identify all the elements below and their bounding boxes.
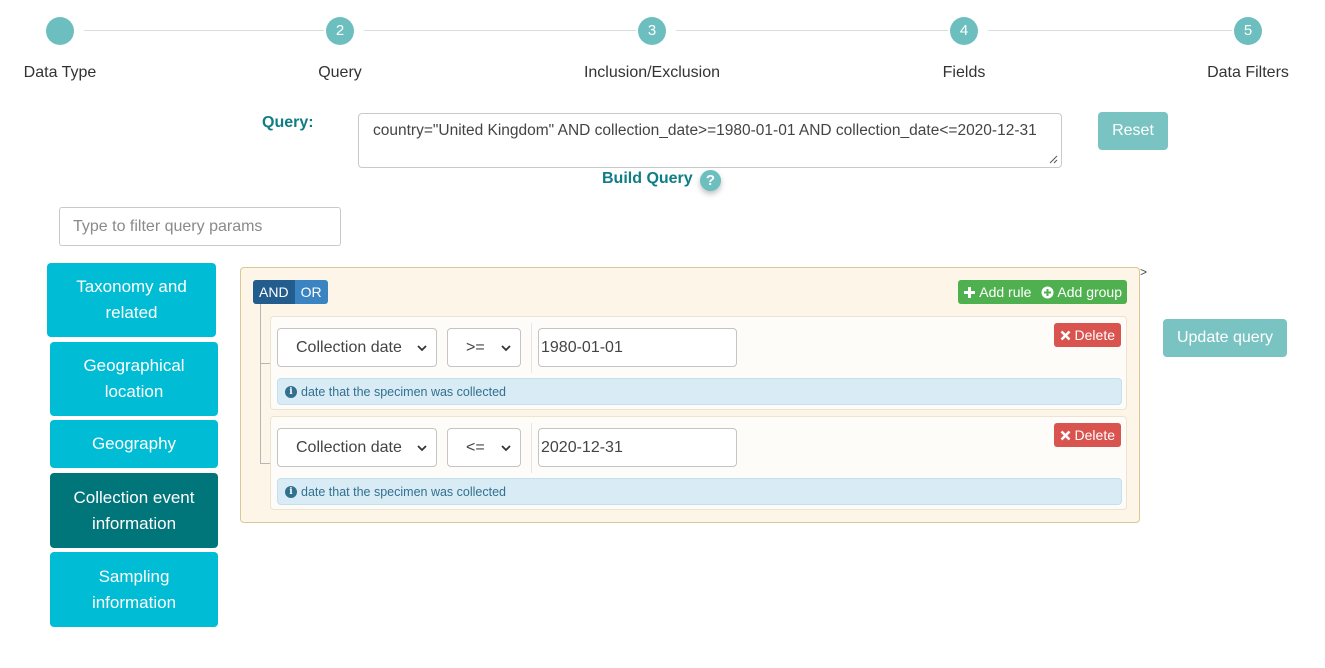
step-3-circle[interactable]: 3 [638,17,666,45]
step-connector [364,30,636,31]
close-icon [1060,430,1070,440]
step-1-label[interactable]: Data Type [24,64,97,82]
tree-connector [260,463,270,464]
info-icon: i [285,485,297,498]
chevron-down-icon [417,345,427,352]
plus-icon [964,286,976,298]
step-4-label[interactable]: Fields [943,64,986,82]
sidebar-item-geographical-location[interactable]: Geographical location [50,342,218,416]
delete-rule-button[interactable]: Delete [1053,323,1121,347]
add-group-label: Add group [1057,284,1122,300]
rule-info: i date that the specimen was collected [277,378,1122,405]
query-builder: AND OR Add rule Add group Collection dat… [240,267,1140,523]
add-rule-label: Add rule [979,284,1032,300]
rule-divider [531,323,532,373]
and-button[interactable]: AND [253,280,295,304]
step-connector [988,30,1232,31]
field-select-value: Collection date [296,338,402,356]
step-2-circle[interactable]: 2 [326,17,354,45]
operator-select[interactable]: <= [447,428,521,467]
delete-label: Delete [1074,327,1115,343]
stray-mark: > [1140,265,1148,279]
build-query-label: Build Query [602,170,693,187]
sidebar-item-label: Sampling information [91,566,177,612]
condition-toggle: AND OR [253,280,328,304]
info-icon: i [285,385,297,398]
step-connector [676,30,948,31]
rule-info-text: date that the specimen was collected [301,484,506,499]
field-select[interactable]: Collection date [277,328,437,367]
value-input[interactable] [538,328,737,367]
step-connector [84,30,324,31]
delete-label: Delete [1074,427,1115,443]
plus-circle-icon [1041,286,1054,298]
sidebar-item-label: Geography [91,434,177,453]
help-icon[interactable]: ? [700,170,721,191]
rule-row: Collection date >= Delete i date that th… [270,316,1127,410]
field-select-value: Collection date [296,438,402,456]
delete-rule-button[interactable]: Delete [1053,423,1121,447]
tree-connector [260,363,270,364]
sidebar-item-label: Geographical location [83,356,185,401]
close-icon [1060,330,1070,340]
rule-info-text: date that the specimen was collected [301,384,506,399]
field-select[interactable]: Collection date [277,428,437,467]
query-label: Query: [262,114,314,131]
sidebar-item-sampling[interactable]: Sampling information [50,552,218,627]
query-text: country="United Kingdom" AND collection_… [373,122,1037,139]
sidebar-item-label: Collection event information [73,487,195,533]
add-group-button[interactable]: Add group [1036,280,1127,304]
sidebar-item-label: Taxonomy and related [76,277,187,322]
tree-connector [260,304,261,463]
or-button[interactable]: OR [294,280,328,304]
chevron-down-icon [501,345,511,352]
add-rule-button[interactable]: Add rule [958,280,1037,304]
reset-button[interactable]: Reset [1098,112,1168,150]
rule-divider [531,423,532,473]
sidebar-item-taxonomy[interactable]: Taxonomy and related [47,263,216,337]
rule-row: Collection date <= Delete i date that th… [270,416,1127,510]
sidebar-item-collection-event[interactable]: Collection event information [50,473,218,548]
step-3-label[interactable]: Inclusion/Exclusion [584,64,720,82]
operator-select-value: >= [466,338,485,356]
chevron-down-icon [501,445,511,452]
add-actions: Add rule Add group [958,280,1127,304]
operator-select-value: <= [466,438,485,456]
value-input[interactable] [538,428,737,467]
update-query-button[interactable]: Update query [1163,319,1287,357]
rule-info: i date that the specimen was collected [277,478,1122,505]
sidebar-item-geography[interactable]: Geography [50,420,218,468]
step-5-label[interactable]: Data Filters [1207,64,1289,82]
step-4-circle[interactable]: 4 [950,17,978,45]
step-2-label[interactable]: Query [318,64,362,82]
step-5-circle[interactable]: 5 [1234,17,1262,45]
chevron-down-icon [417,445,427,452]
query-textarea[interactable]: country="United Kingdom" AND collection_… [358,113,1062,168]
step-1-circle[interactable] [46,17,74,45]
resize-handle-icon[interactable] [1049,155,1058,164]
filter-params-input[interactable] [59,207,341,246]
operator-select[interactable]: >= [447,328,521,367]
